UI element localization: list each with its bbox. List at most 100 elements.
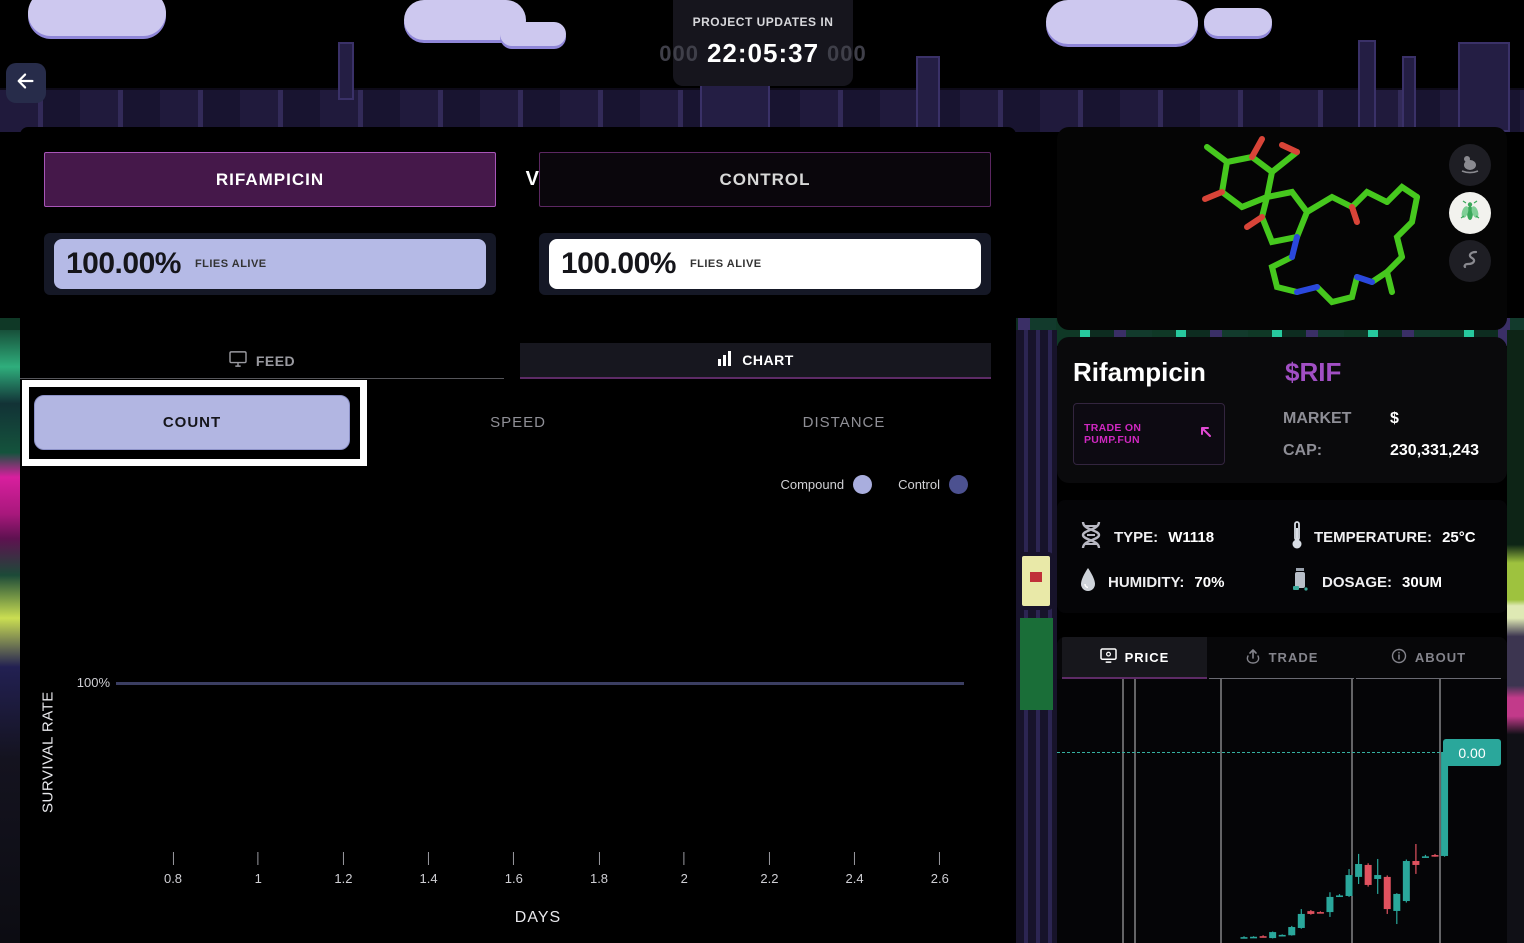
type-value: W1118 [1168,529,1214,546]
organism-button-fly[interactable] [1449,192,1491,234]
x-tick: 1 [255,852,262,886]
metric-tab-distance[interactable]: DISTANCE [803,414,886,431]
tab-price[interactable]: PRICE [1062,637,1207,679]
legend-compound-label: Compound [780,477,844,492]
arrow-up-left-icon [1198,424,1214,445]
machinery-tower [1458,42,1510,132]
x-tick: 1.2 [334,852,352,886]
x-tick: 1.6 [505,852,523,886]
background-left-strip [0,330,20,943]
worm-icon [1458,247,1482,276]
dna-icon [1078,520,1104,554]
fly-icon [1457,198,1483,229]
machinery-tower [1402,56,1416,132]
type-label: TYPE: [1114,529,1158,546]
x-tick: 1.8 [590,852,608,886]
dosage-label: DOSAGE: [1322,574,1392,591]
experiment-params-panel: TYPE: W1118 TEMPERATURE: 25°C HUMIDITY: … [1057,500,1507,613]
countdown-suffix: 000 [827,41,867,67]
tab-about-label: ABOUT [1415,650,1466,665]
countdown-time: 22:05:37 [707,38,819,69]
control-stat-card: 100.00% FLIES ALIVE [539,233,991,295]
market-cap-currency: $ [1390,410,1399,428]
cloud [28,0,166,36]
tab-feed-label: FEED [256,353,295,369]
compound-name: Rifampicin [1073,357,1206,388]
metric-tab-count[interactable]: COUNT [34,395,350,450]
humidity-label: HUMIDITY: [1108,574,1184,591]
legend-compound-dot [853,475,872,494]
mouse-icon [1458,151,1482,180]
control-survival-value: 100.00% [561,247,676,281]
countdown-prefix: 000 [659,41,699,67]
tab-about[interactable]: ABOUT [1356,637,1501,679]
organism-button-mouse[interactable] [1449,144,1491,186]
x-tick: 1.4 [420,852,438,886]
machinery-tower [1358,40,1376,132]
experiment-panel: RIFAMPICIN VS CONTROL 100.00% FLIES ALIV… [20,127,1016,943]
back-button[interactable] [6,63,46,103]
legend-item-control[interactable]: Control [898,475,968,494]
market-cap-value: 230,331,243 [1390,442,1479,460]
molecule-viewer[interactable] [1057,127,1507,330]
background-detail [1020,618,1053,710]
x-tick: 2.2 [760,852,778,886]
legend-control-dot [949,475,968,494]
cloud [1046,0,1198,44]
tab-trade[interactable]: TRADE [1209,637,1354,679]
bar-chart-icon [717,351,733,369]
legend-item-compound[interactable]: Compound [780,475,872,494]
dosage-bottle-icon [1290,566,1312,598]
y-tick-100: 100% [58,675,110,690]
current-price-line [1057,752,1445,753]
dosage-value: 30UM [1402,574,1442,591]
back-arrow-icon [15,70,37,97]
background-right-strip [1507,330,1524,943]
machinery-tower [338,42,354,100]
y-axis-label: SURVIVAL RATE [38,632,58,872]
x-tick: 0.8 [164,852,182,886]
trade-on-pumpfun-button[interactable]: TRADE ON PUMP.FUN [1073,403,1225,465]
machinery-tower [700,84,770,132]
cloud [500,22,566,46]
machinery-tower [916,56,940,132]
x-tick: 2 [681,852,688,886]
compound-tab-rifampicin[interactable]: RIFAMPICIN [44,152,496,207]
x-tick: 2.6 [931,852,949,886]
token-info-panel: Rifampicin $RIF TRADE ON PUMP.FUN MARKET… [1057,337,1507,483]
chart-legend: Compound Control [780,475,968,494]
control-survival-label: FLIES ALIVE [690,258,762,270]
molecule-image [1057,127,1507,330]
compound-survival-value: 100.00% [66,247,181,281]
x-axis-label: DAYS [515,909,561,927]
token-ticker: $RIF [1285,357,1341,388]
tab-chart[interactable]: CHART [520,343,991,379]
info-icon [1391,648,1407,667]
share-arrow-icon [1245,648,1261,667]
humidity-value: 70% [1194,574,1224,591]
market-cap-label-1: MARKET [1283,410,1351,428]
tab-chart-label: CHART [742,352,794,368]
trade-on-pumpfun-label: TRADE ON PUMP.FUN [1084,422,1198,446]
market-cap-label-2: CAP: [1283,442,1322,460]
survival-rate-line [116,682,964,685]
metric-tab-speed[interactable]: SPEED [490,414,546,431]
countdown-label: PROJECT UPDATES IN [673,15,853,29]
screen-icon [1100,648,1117,666]
control-tab[interactable]: CONTROL [539,152,991,207]
price-candlestick-chart: 0.00 [1057,679,1507,943]
compound-survival-label: FLIES ALIVE [195,258,267,270]
cloud [1204,8,1272,36]
legend-control-label: Control [898,477,940,492]
tab-trade-label: TRADE [1269,650,1319,665]
monitor-icon [229,351,247,370]
droplet-icon [1078,566,1098,598]
temperature-label: TEMPERATURE: [1314,529,1432,546]
organism-button-worm[interactable] [1449,240,1491,282]
price-panel: PRICE TRADE ABOUT 0.00 [1057,637,1507,943]
thermometer-icon [1290,520,1304,554]
background-detail [1030,572,1042,582]
compound-stat-card: 100.00% FLIES ALIVE [44,233,496,295]
tab-feed[interactable]: FEED [20,343,504,379]
current-price-flag: 0.00 [1443,739,1501,766]
